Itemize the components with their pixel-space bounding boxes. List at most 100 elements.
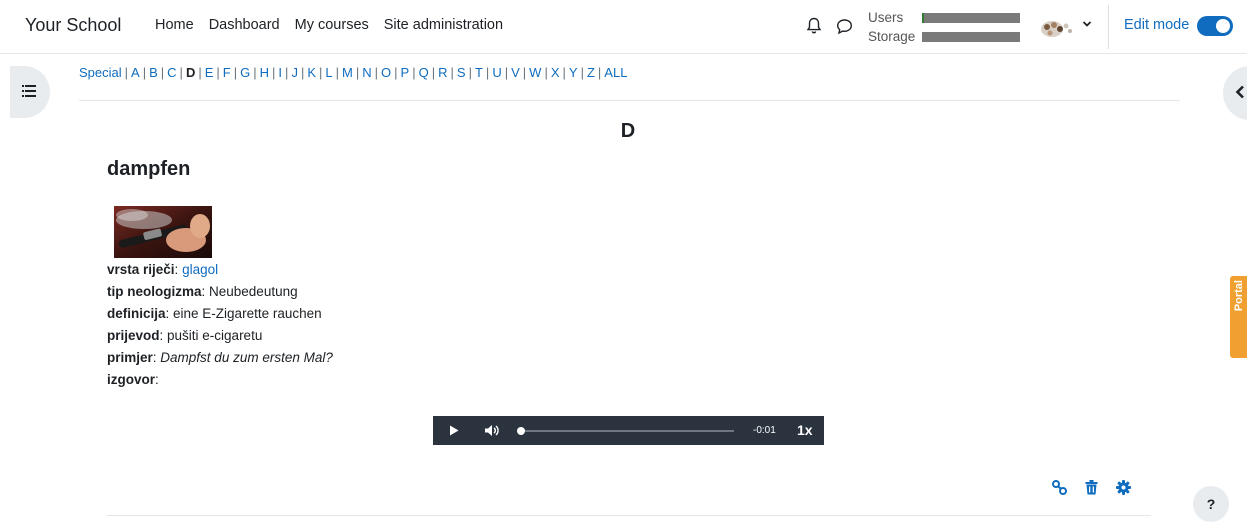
alphabet-letter-l[interactable]: L — [325, 65, 332, 80]
nav-home[interactable]: Home — [155, 17, 194, 33]
alphabet-separator: | — [272, 65, 276, 80]
alphabet-letter-d: D — [185, 65, 196, 80]
edit-mode-toggle[interactable] — [1197, 16, 1233, 36]
alphabet-letter-h[interactable]: H — [260, 65, 269, 80]
navbar-divider — [1108, 5, 1109, 49]
alphabet-letter-a[interactable]: A — [131, 65, 140, 80]
alphabet-separator: | — [544, 65, 548, 80]
alphabet-letter-n[interactable]: N — [362, 65, 371, 80]
alphabet-letter-r[interactable]: R — [438, 65, 447, 80]
user-avatar[interactable] — [1038, 16, 1078, 40]
quota-users-fill — [922, 12, 924, 23]
alphabet-letter-k[interactable]: K — [307, 65, 316, 80]
quota-storage-label: Storage — [868, 29, 916, 44]
link-icon[interactable] — [1052, 480, 1067, 495]
edit-mode-label[interactable]: Edit mode — [1124, 17, 1189, 33]
quota-users-label: Users — [868, 10, 904, 25]
alphabet-separator: | — [216, 65, 220, 80]
field-label: prijevod — [107, 328, 160, 343]
nav-my-courses[interactable]: My courses — [295, 17, 369, 33]
quota-storage-bar — [922, 31, 1020, 42]
bell-icon[interactable] — [806, 17, 822, 35]
top-navbar: Your School Home Dashboard My courses Si… — [0, 0, 1247, 54]
alphabet-separator: | — [504, 65, 509, 80]
chat-icon[interactable] — [836, 18, 853, 35]
audio-progress-handle[interactable] — [517, 427, 525, 435]
volume-icon[interactable] — [484, 424, 500, 437]
alphabet-letter-v[interactable]: V — [511, 65, 520, 80]
alphabet-separator: | — [285, 65, 289, 80]
nav-dashboard[interactable]: Dashboard — [209, 17, 280, 33]
divider — [107, 515, 1151, 516]
field-value: pušiti e-cigaretu — [167, 328, 263, 343]
alphabet-separator: | — [431, 65, 436, 80]
alphabet-letter-b[interactable]: B — [149, 65, 158, 80]
alphabet-index: Special | A | B | C | D | E | F | G | H | I | J | K | L | M | N | O | P |… — [79, 65, 627, 80]
alphabet-letter-x[interactable]: X — [551, 65, 560, 80]
quota-indicator: Users Storage — [868, 8, 1020, 46]
alphabet-letter-s[interactable]: S — [457, 65, 466, 80]
alphabet-letter-special[interactable]: Special — [79, 65, 122, 80]
alphabet-separator: | — [468, 65, 472, 80]
alphabet-separator: | — [335, 65, 340, 80]
chevron-left-icon — [1235, 85, 1244, 99]
playback-rate-button[interactable]: 1x — [797, 422, 813, 438]
play-icon[interactable] — [449, 425, 459, 436]
portal-label: Portal — [1233, 280, 1245, 312]
alphabet-letter-g[interactable]: G — [240, 65, 250, 80]
alphabet-letter-u[interactable]: U — [492, 65, 501, 80]
toggle-knob — [1216, 19, 1230, 33]
portal-side-tab[interactable]: Portal — [1230, 276, 1247, 358]
alphabet-letter-m[interactable]: M — [342, 65, 353, 80]
alphabet-letter-w[interactable]: W — [529, 65, 541, 80]
course-index-drawer-button[interactable] — [10, 66, 50, 118]
trash-icon[interactable] — [1085, 480, 1098, 495]
list-icon — [22, 85, 36, 97]
alphabet-letter-p[interactable]: P — [401, 65, 410, 80]
gear-icon[interactable] — [1116, 480, 1131, 495]
field-label: izgovor — [107, 372, 156, 387]
alphabet-separator: | — [142, 65, 147, 80]
alphabet-separator: | — [580, 65, 584, 80]
alphabet-letter-i[interactable]: I — [278, 65, 282, 80]
chevron-down-icon[interactable] — [1082, 19, 1092, 29]
field-label: tip neologizma — [107, 284, 202, 299]
alphabet-letter-c[interactable]: C — [167, 65, 176, 80]
alphabet-separator: | — [562, 65, 566, 80]
audio-progress-track[interactable] — [521, 430, 734, 432]
alphabet-letter-z[interactable]: Z — [587, 65, 595, 80]
site-name[interactable]: Your School — [25, 15, 121, 36]
entry-field: primjer: Dampfst du zum ersten Mal? — [107, 350, 333, 365]
quota-users-bar — [922, 12, 1020, 23]
entry-field: izgovor: — [107, 372, 159, 387]
alphabet-separator: | — [233, 65, 238, 80]
alphabet-letter-e[interactable]: E — [205, 65, 214, 80]
field-label: primjer — [107, 350, 153, 365]
entry-actions — [1052, 480, 1131, 495]
alphabet-letter-t[interactable]: T — [475, 65, 483, 80]
alphabet-letter-y[interactable]: Y — [569, 65, 578, 80]
entry-field: vrsta riječi: glagol — [107, 262, 219, 277]
alphabet-separator: | — [160, 65, 165, 80]
audio-player: -0:01 1x — [433, 416, 824, 445]
alphabet-letter-o[interactable]: O — [381, 65, 391, 80]
alphabet-separator: | — [522, 65, 527, 80]
alphabet-separator: | — [124, 65, 129, 80]
entry-image — [114, 206, 212, 258]
help-button[interactable]: ? — [1193, 486, 1229, 522]
alphabet-letter-j[interactable]: J — [291, 65, 298, 80]
primary-navigation: Home Dashboard My courses Site administr… — [155, 17, 518, 33]
field-value[interactable]: glagol — [182, 262, 218, 277]
alphabet-letter-all[interactable]: ALL — [604, 65, 627, 80]
alphabet-separator: | — [597, 65, 602, 80]
letter-heading: D — [620, 120, 636, 142]
alphabet-separator: | — [300, 65, 305, 80]
alphabet-letter-q[interactable]: Q — [419, 65, 429, 80]
block-drawer-button[interactable] — [1223, 66, 1247, 120]
nav-site-administration[interactable]: Site administration — [384, 17, 503, 33]
alphabet-separator: | — [319, 65, 323, 80]
field-value: Neubedeutung — [209, 284, 298, 299]
alphabet-separator: | — [412, 65, 416, 80]
alphabet-separator: | — [179, 65, 183, 80]
alphabet-letter-f[interactable]: F — [223, 65, 231, 80]
